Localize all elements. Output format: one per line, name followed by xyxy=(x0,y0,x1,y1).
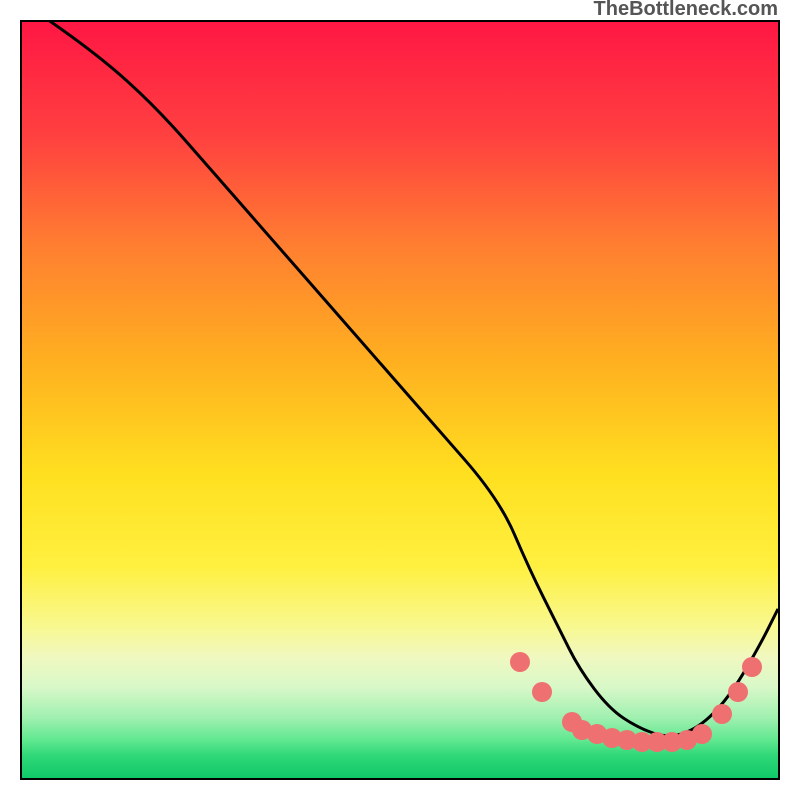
highlight-marker xyxy=(712,704,732,724)
chart-container: TheBottleneck.com xyxy=(0,0,800,800)
highlight-marker xyxy=(692,724,712,744)
highlight-marker xyxy=(728,682,748,702)
bottleneck-curve xyxy=(22,22,778,778)
watermark-text: TheBottleneck.com xyxy=(594,0,778,21)
plot-area xyxy=(20,20,780,780)
highlight-marker xyxy=(742,657,762,677)
highlight-marker xyxy=(532,682,552,702)
highlight-marker xyxy=(510,652,530,672)
